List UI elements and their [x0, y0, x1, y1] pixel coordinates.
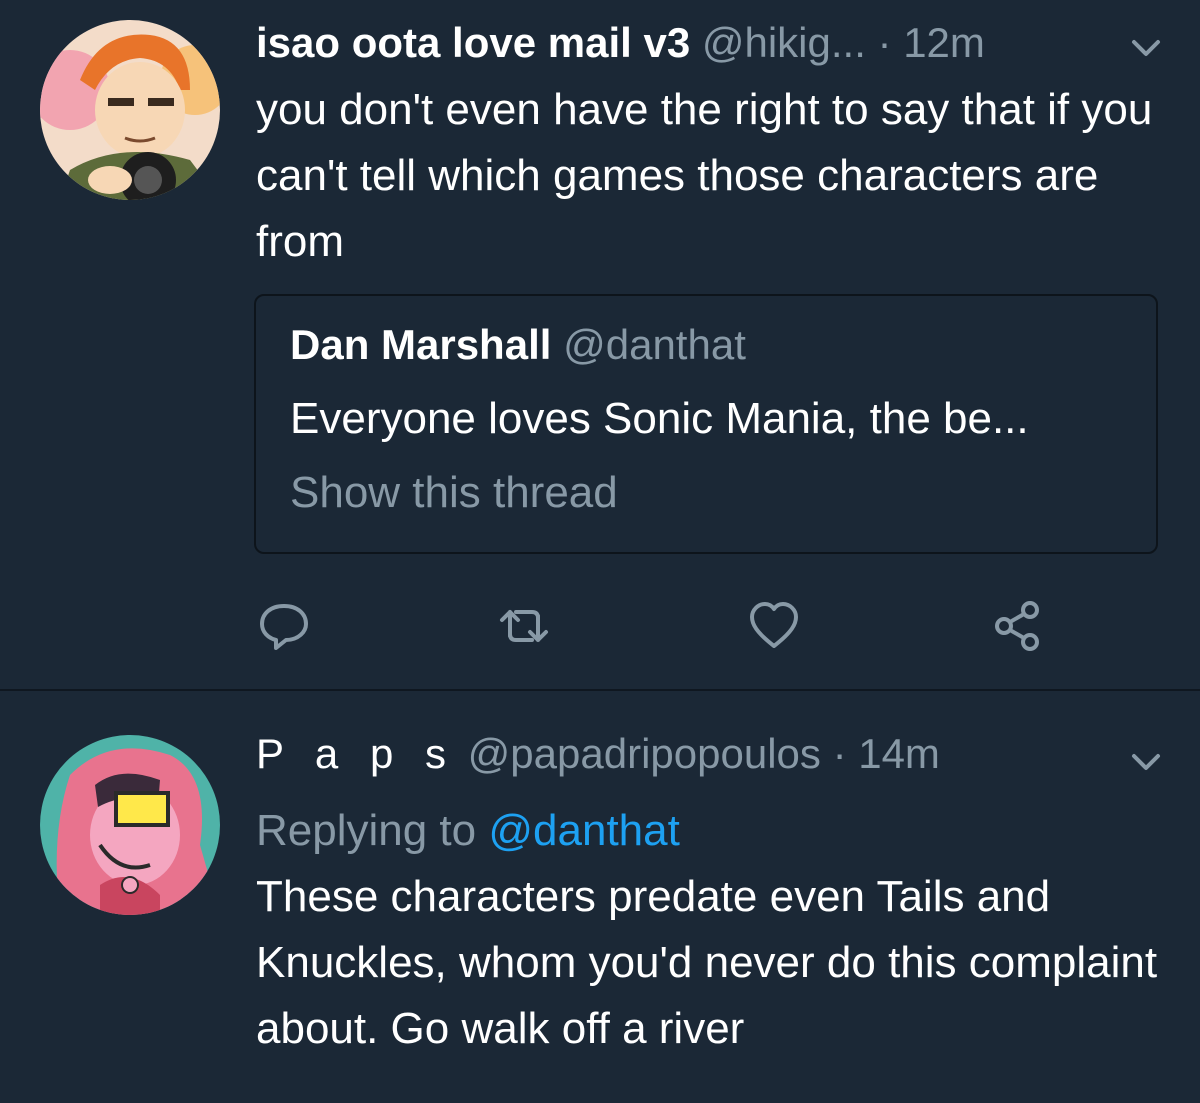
replying-to-mention[interactable]: @danthat	[488, 806, 679, 855]
retweet-icon[interactable]	[496, 598, 552, 654]
quoted-header: Dan Marshall @danthat	[290, 318, 746, 372]
timestamp[interactable]: · 14m	[833, 730, 940, 777]
display-name[interactable]: P a p s	[256, 730, 456, 777]
chevron-down-icon[interactable]	[1126, 748, 1166, 778]
like-icon[interactable]	[746, 598, 802, 654]
avatar-paps[interactable]	[40, 735, 220, 915]
tweet-header: P a p s @papadripopoulos · 14m	[256, 729, 940, 779]
tweet-text: you don't even have the right to say tha…	[256, 85, 1153, 266]
reply-icon[interactable]	[256, 598, 312, 654]
user-handle[interactable]: @hikig...	[702, 19, 866, 66]
quoted-tweet[interactable]: Dan Marshall @danthat Everyone loves Son…	[254, 294, 1158, 554]
avatar-image	[40, 20, 220, 200]
tweet-header: isao oota love mail v3 @hikig... · 12m	[256, 18, 985, 68]
timestamp[interactable]: · 12m	[878, 19, 985, 66]
replying-to: Replying to @danthat	[256, 798, 680, 864]
tweet-text: These characters predate even Tails and …	[256, 872, 1158, 1053]
quoted-text: Everyone loves Sonic Mania, the be...	[290, 394, 1029, 443]
replying-to-label: Replying to	[256, 806, 489, 855]
tweet-paps[interactable]: P a p s @papadripopoulos · 14m Replying …	[0, 691, 1200, 1103]
avatar-image	[40, 735, 220, 915]
tweet-isao[interactable]: isao oota love mail v3 @hikig... · 12m y…	[0, 0, 1200, 690]
quoted-handle: @danthat	[563, 321, 746, 368]
avatar-isao[interactable]	[40, 20, 220, 200]
tweet-actions	[0, 598, 1200, 654]
chevron-down-icon[interactable]	[1126, 34, 1166, 64]
quoted-display-name: Dan Marshall	[290, 321, 552, 368]
display-name[interactable]: isao oota love mail v3	[256, 19, 690, 66]
user-handle[interactable]: @papadripopoulos	[468, 730, 821, 777]
share-icon[interactable]	[990, 598, 1046, 654]
show-thread-link[interactable]: Show this thread	[290, 462, 618, 524]
